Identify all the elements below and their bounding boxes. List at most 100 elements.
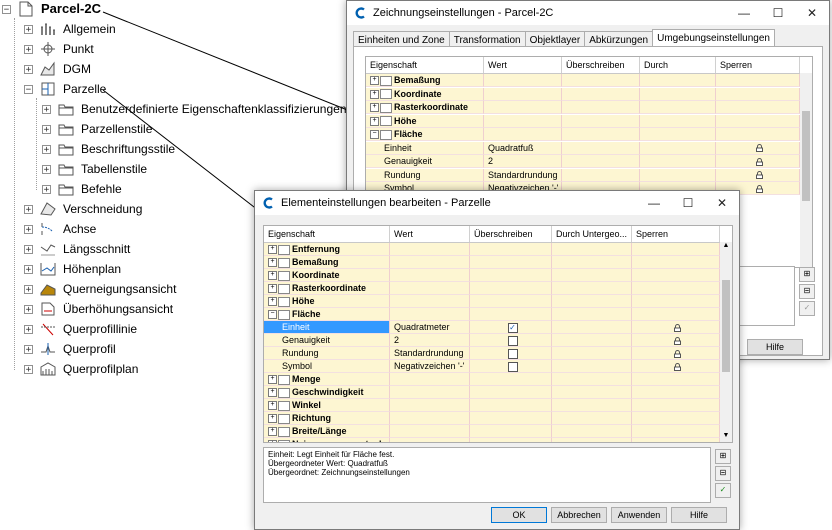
tree-item[interactable]: + Beschriftungsstile [42, 140, 175, 158]
help-button[interactable]: Hilfe [671, 507, 727, 523]
expand-icon[interactable]: + [24, 204, 33, 214]
expand-icon[interactable]: + [24, 244, 33, 254]
dialog1-scrollbar[interactable] [800, 73, 812, 267]
property-value[interactable]: 2 [394, 335, 399, 345]
expand-icon[interactable]: + [268, 440, 277, 442]
apply-button[interactable]: Anwenden [611, 507, 667, 523]
lock-icon[interactable] [756, 171, 763, 180]
override-checkbox[interactable] [507, 348, 518, 359]
column-header[interactable]: Durch Untergeo... [640, 57, 716, 86]
collapse-icon[interactable]: − [370, 130, 379, 140]
cancel-button[interactable]: Abbrechen [551, 507, 607, 523]
expand-all-icon[interactable]: ⊞ [799, 267, 815, 282]
property-value[interactable]: Negativzeichen '-' [394, 361, 464, 371]
ok-button[interactable]: OK [491, 507, 547, 523]
close-button[interactable]: ✕ [795, 1, 829, 25]
expand-icon[interactable]: + [370, 76, 379, 86]
expand-icon[interactable]: + [42, 124, 51, 134]
expand-icon[interactable]: + [370, 116, 379, 126]
lock-icon[interactable] [674, 349, 681, 358]
expand-icon[interactable]: + [24, 24, 33, 34]
tree-item[interactable]: + Höhenplan [24, 260, 121, 278]
column-header[interactable]: Überschreiben [470, 226, 552, 242]
lock-icon[interactable] [756, 157, 763, 166]
tree-item[interactable]: + Tabellenstile [42, 160, 147, 178]
scroll-thumb[interactable] [722, 280, 730, 372]
expand-icon[interactable]: + [268, 297, 277, 307]
minimize-button[interactable]: — [637, 191, 671, 215]
expand-icon[interactable]: + [24, 64, 33, 74]
expand-icon[interactable]: + [268, 245, 277, 255]
expand-icon[interactable]: + [268, 271, 277, 281]
collapse-all-icon[interactable]: ⊟ [799, 284, 815, 299]
expand-icon[interactable]: + [24, 304, 33, 314]
lock-icon[interactable] [674, 362, 681, 371]
tree-item[interactable]: + DGM [24, 60, 91, 78]
expand-icon[interactable]: + [268, 375, 277, 385]
column-header[interactable]: Eigenschaft [264, 226, 390, 242]
expand-icon[interactable]: + [42, 184, 51, 194]
expand-icon[interactable]: + [42, 104, 51, 114]
expand-icon[interactable]: + [268, 284, 277, 294]
tree-item[interactable]: + Punkt [24, 40, 94, 58]
expand-icon[interactable]: + [24, 224, 33, 234]
dialog2-scrollbar[interactable]: ▲ ▼ [720, 242, 732, 442]
expand-icon[interactable]: + [370, 89, 379, 99]
expand-icon[interactable]: + [42, 164, 51, 174]
expand-icon[interactable]: + [268, 401, 277, 411]
override-checkbox[interactable] [507, 335, 518, 346]
collapse-icon[interactable]: − [24, 84, 33, 94]
tree-item[interactable]: + Querprofil [24, 340, 116, 358]
expand-icon[interactable]: + [268, 388, 277, 398]
tree-item[interactable]: + Parzellenstile [42, 120, 152, 138]
expand-icon[interactable]: + [268, 258, 277, 268]
expand-icon[interactable]: + [24, 44, 33, 54]
expand-icon[interactable]: + [370, 103, 379, 113]
tree-item[interactable]: + Querprofillinie [24, 320, 137, 338]
maximize-button[interactable]: ☐ [671, 191, 705, 215]
expand-icon[interactable]: + [24, 324, 33, 334]
tree-item[interactable]: + Allgemein [24, 20, 116, 38]
lock-icon[interactable] [756, 144, 763, 153]
column-header[interactable]: Sperren [632, 226, 720, 242]
override-checkbox[interactable]: ✓ [507, 322, 518, 333]
expand-icon[interactable]: + [42, 144, 51, 154]
lock-icon[interactable] [756, 184, 763, 193]
scroll-down-icon[interactable]: ▼ [720, 432, 732, 442]
tree-item[interactable]: + Längsschnitt [24, 240, 130, 258]
expand-icon[interactable]: + [24, 364, 33, 374]
override-checkbox[interactable] [507, 361, 518, 372]
tree-item[interactable]: + Querprofilplan [24, 360, 138, 378]
property-value[interactable]: Quadratfuß [488, 143, 534, 153]
tree-root[interactable]: − Parcel-2C [2, 0, 101, 18]
tree-item[interactable]: + Überhöhungsansicht [24, 300, 173, 318]
property-value[interactable]: Standardrundung [488, 170, 558, 180]
property-value[interactable]: Quadratmeter [394, 322, 450, 332]
lock-icon[interactable] [674, 323, 681, 332]
scroll-thumb[interactable] [802, 111, 810, 201]
property-value[interactable]: 2 [488, 156, 493, 166]
expand-icon[interactable]: + [24, 344, 33, 354]
column-header[interactable]: Wert [390, 226, 470, 242]
close-button[interactable]: ✕ [705, 191, 739, 215]
expand-all-icon[interactable]: ⊞ [715, 449, 731, 464]
expand-icon[interactable]: + [24, 284, 33, 294]
collapse-icon[interactable]: − [268, 310, 277, 320]
override-icon[interactable]: ✓ [799, 301, 815, 316]
tree-item[interactable]: + Querneigungsansicht [24, 280, 176, 298]
maximize-button[interactable]: ☐ [761, 1, 795, 25]
tree-item[interactable]: + Befehle [42, 180, 122, 198]
tree-item[interactable]: + Benutzerdefinierte Eigenschaftenklassif… [42, 100, 347, 118]
help-button[interactable]: Hilfe [747, 339, 803, 355]
collapse-icon[interactable]: − [2, 4, 11, 14]
column-header[interactable]: Eigenschaft [366, 57, 484, 73]
override-icon[interactable]: ✓ [715, 483, 731, 498]
column-header[interactable]: Sperren [716, 57, 800, 73]
property-value[interactable]: Standardrundung [394, 348, 464, 358]
column-header[interactable]: Wert [484, 57, 562, 73]
tree-item[interactable]: − Parzelle [24, 80, 106, 98]
column-header[interactable]: Durch Untergeo... [552, 226, 632, 242]
minimize-button[interactable]: — [727, 1, 761, 25]
column-header[interactable]: Überschreiben [562, 57, 640, 73]
scroll-up-icon[interactable]: ▲ [720, 242, 732, 252]
